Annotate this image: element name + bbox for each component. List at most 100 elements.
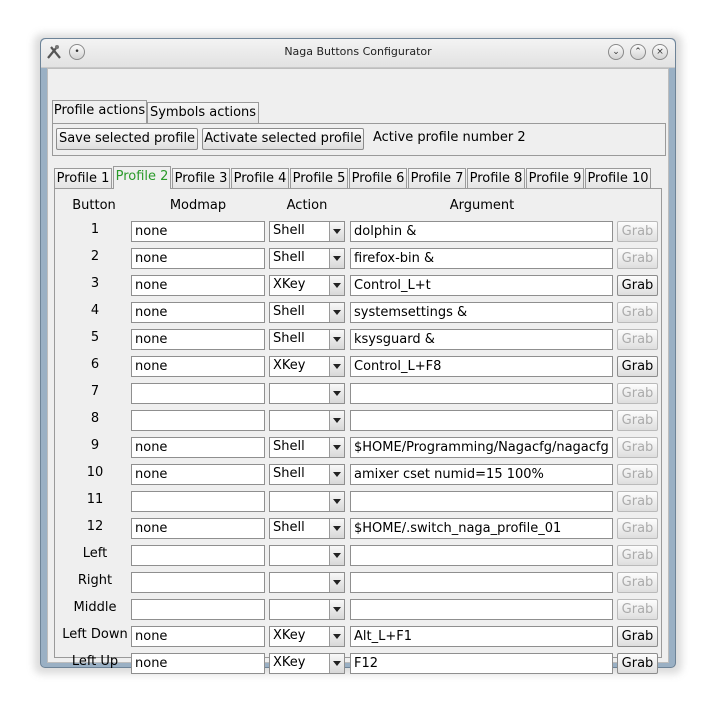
tab-profile-9[interactable]: Profile 9	[526, 168, 584, 189]
argument-field-9[interactable]: $HOME/Programming/Nagacfg/nagacfg &	[350, 437, 613, 458]
action-select-5[interactable]: Shell	[269, 329, 345, 350]
chevron-down-icon[interactable]	[329, 573, 344, 592]
tab-profile-2[interactable]: Profile 2	[113, 166, 171, 189]
argument-field-right[interactable]	[350, 572, 613, 593]
minimize-icon[interactable]: ⌄	[608, 44, 624, 60]
argument-field-2[interactable]: firefox-bin &	[350, 248, 613, 269]
argument-field-7[interactable]	[350, 383, 613, 404]
action-select-middle[interactable]	[269, 599, 345, 620]
tab-profile-7[interactable]: Profile 7	[408, 168, 466, 189]
argument-field-8[interactable]	[350, 410, 613, 431]
grab-button-11[interactable]: Grab	[617, 491, 658, 512]
action-select-3[interactable]: XKey	[269, 275, 345, 296]
chevron-down-icon[interactable]	[329, 654, 344, 673]
modmap-field-4[interactable]: none	[131, 302, 265, 323]
action-select-4[interactable]: Shell	[269, 302, 345, 323]
chevron-down-icon[interactable]	[329, 330, 344, 349]
action-select-right[interactable]	[269, 572, 345, 593]
modmap-field-12[interactable]: none	[131, 518, 265, 539]
tab-profile-1[interactable]: Profile 1	[54, 168, 112, 189]
grab-button-8[interactable]: Grab	[617, 410, 658, 431]
chevron-down-icon[interactable]	[329, 249, 344, 268]
argument-field-1[interactable]: dolphin &	[350, 221, 613, 242]
argument-field-11[interactable]	[350, 491, 613, 512]
argument-field-6[interactable]: Control_L+F8	[350, 356, 613, 377]
tab-profile-3[interactable]: Profile 3	[172, 168, 230, 189]
grab-button-5[interactable]: Grab	[617, 329, 658, 350]
modmap-field-9[interactable]: none	[131, 437, 265, 458]
modmap-field-right[interactable]	[131, 572, 265, 593]
argument-field-12[interactable]: $HOME/.switch_naga_profile_01	[350, 518, 613, 539]
argument-field-5[interactable]: ksysguard &	[350, 329, 613, 350]
argument-field-left-up[interactable]: F12	[350, 653, 613, 674]
close-icon[interactable]: ×	[652, 44, 668, 60]
argument-field-3[interactable]: Control_L+t	[350, 275, 613, 296]
modmap-field-3[interactable]: none	[131, 275, 265, 296]
modmap-field-2[interactable]: none	[131, 248, 265, 269]
chevron-down-icon[interactable]	[329, 519, 344, 538]
tab-profile-actions[interactable]: Profile actions	[52, 100, 147, 123]
activate-profile-button[interactable]: Activate selected profile	[202, 128, 364, 150]
modmap-field-left-up[interactable]: none	[131, 653, 265, 674]
tab-profile-4[interactable]: Profile 4	[231, 168, 289, 189]
modmap-field-1[interactable]: none	[131, 221, 265, 242]
chevron-down-icon[interactable]	[329, 411, 344, 430]
action-select-left[interactable]	[269, 545, 345, 566]
grab-button-4[interactable]: Grab	[617, 302, 658, 323]
chevron-down-icon[interactable]	[329, 627, 344, 646]
grab-button-12[interactable]: Grab	[617, 518, 658, 539]
grab-button-middle[interactable]: Grab	[617, 599, 658, 620]
action-select-6[interactable]: XKey	[269, 356, 345, 377]
action-select-left-down[interactable]: XKey	[269, 626, 345, 647]
grab-button-3[interactable]: Grab	[617, 275, 658, 296]
modmap-field-10[interactable]: none	[131, 464, 265, 485]
grab-button-7[interactable]: Grab	[617, 383, 658, 404]
argument-field-middle[interactable]	[350, 599, 613, 620]
chevron-down-icon[interactable]	[329, 384, 344, 403]
chevron-down-icon[interactable]	[329, 492, 344, 511]
grab-button-10[interactable]: Grab	[617, 464, 658, 485]
grab-button-6[interactable]: Grab	[617, 356, 658, 377]
chevron-down-icon[interactable]	[329, 357, 344, 376]
grab-button-right[interactable]: Grab	[617, 572, 658, 593]
action-select-12[interactable]: Shell	[269, 518, 345, 539]
title-bar[interactable]: • Naga Buttons Configurator ⌄ ⌃ ×	[41, 39, 675, 68]
modmap-field-11[interactable]	[131, 491, 265, 512]
tab-profile-8[interactable]: Profile 8	[467, 168, 525, 189]
modmap-field-left-down[interactable]: none	[131, 626, 265, 647]
modmap-field-middle[interactable]	[131, 599, 265, 620]
action-select-1[interactable]: Shell	[269, 221, 345, 242]
modmap-field-6[interactable]: none	[131, 356, 265, 377]
chevron-down-icon[interactable]	[329, 222, 344, 241]
grab-button-left-down[interactable]: Grab	[617, 626, 658, 647]
chevron-down-icon[interactable]	[329, 600, 344, 619]
tab-profile-6[interactable]: Profile 6	[349, 168, 407, 189]
chevron-down-icon[interactable]	[329, 465, 344, 484]
grab-button-left[interactable]: Grab	[617, 545, 658, 566]
action-select-2[interactable]: Shell	[269, 248, 345, 269]
modmap-field-5[interactable]: none	[131, 329, 265, 350]
tab-symbols-actions[interactable]: Symbols actions	[147, 102, 259, 123]
action-select-9[interactable]: Shell	[269, 437, 345, 458]
chevron-down-icon[interactable]	[329, 276, 344, 295]
save-profile-button[interactable]: Save selected profile	[56, 128, 198, 150]
argument-field-left[interactable]	[350, 545, 613, 566]
maximize-icon[interactable]: ⌃	[630, 44, 646, 60]
action-select-left-up[interactable]: XKey	[269, 653, 345, 674]
argument-field-10[interactable]: amixer cset numid=15 100%	[350, 464, 613, 485]
grab-button-1[interactable]: Grab	[617, 221, 658, 242]
argument-field-left-down[interactable]: Alt_L+F1	[350, 626, 613, 647]
chevron-down-icon[interactable]	[329, 303, 344, 322]
tab-profile-10[interactable]: Profile 10	[585, 168, 651, 189]
action-select-7[interactable]	[269, 383, 345, 404]
action-select-10[interactable]: Shell	[269, 464, 345, 485]
action-select-11[interactable]	[269, 491, 345, 512]
action-select-8[interactable]	[269, 410, 345, 431]
chevron-down-icon[interactable]	[329, 438, 344, 457]
argument-field-4[interactable]: systemsettings &	[350, 302, 613, 323]
grab-button-9[interactable]: Grab	[617, 437, 658, 458]
modmap-field-left[interactable]	[131, 545, 265, 566]
tab-profile-5[interactable]: Profile 5	[290, 168, 348, 189]
modmap-field-8[interactable]	[131, 410, 265, 431]
modmap-field-7[interactable]	[131, 383, 265, 404]
